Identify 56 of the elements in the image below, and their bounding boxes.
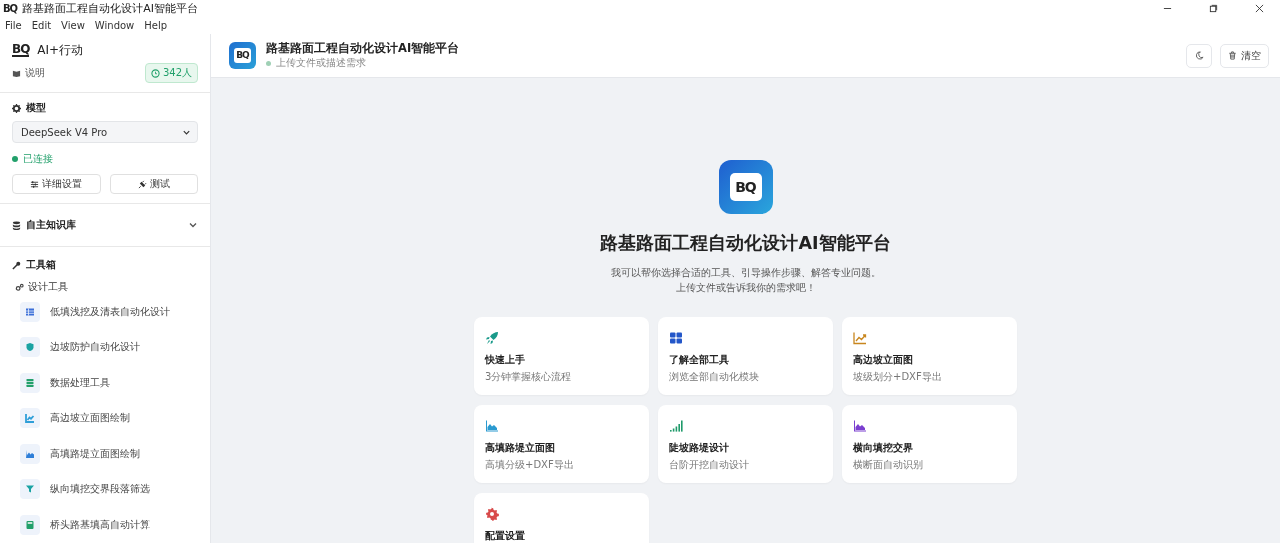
brand-logo: BQ (12, 44, 30, 57)
sidebar-button[interactable]: 测试 (109, 174, 198, 194)
gear-icon (12, 103, 21, 113)
brand-name: AI+行动 (37, 42, 84, 59)
moon-icon (1194, 51, 1204, 60)
chevron-icon[interactable] (188, 220, 198, 230)
clear-button[interactable]: 清空 (1220, 43, 1269, 68)
status-text: 上传文件或描述需求 (276, 56, 366, 70)
status-dot (266, 60, 271, 66)
feature-card[interactable]: 了解全部工具 浏览全部自动化模块 (658, 317, 833, 395)
feature-card[interactable]: 横向填挖交界 横断面自动识别 (842, 405, 1017, 483)
tool-item[interactable]: 高边坡立面图绘制 (12, 400, 198, 436)
model-heading: 模型 (26, 101, 46, 115)
feature-card[interactable]: 高填路堤立面图 高填分级+DXF导出 (474, 405, 649, 483)
feature-card[interactable]: 快速上手 3分钟掌握核心流程 (474, 317, 649, 395)
menu-item[interactable]: View (61, 20, 85, 31)
menu-item[interactable]: Help (144, 20, 168, 31)
hero-subtitle: 我可以帮你选择合适的工具、引导操作步骤、解答专业问题。 (610, 266, 881, 280)
tool-item[interactable]: 纵向填挖交界段落筛选 (12, 471, 198, 507)
trash-icon (1228, 51, 1237, 60)
tool-item[interactable]: 高填路堤立面图绘制 (12, 436, 198, 472)
tool-group-label: 设计工具 (28, 280, 68, 294)
tool-item[interactable]: 边坡防护自动化设计 (12, 329, 198, 365)
tool-item[interactable]: 数据处理工具 (12, 365, 198, 401)
gears-icon (15, 282, 24, 292)
restore-icon[interactable] (1209, 4, 1218, 13)
page-title: 路基路面工程自动化设计AI智能平台 (266, 41, 460, 56)
window-title: 路基路面工程自动化设计AI智能平台 (22, 1, 198, 16)
knowledge-heading: 自主知识库 (26, 218, 76, 232)
app-logo: BQ (229, 42, 256, 69)
plug-icon (137, 179, 147, 189)
wrench-icon (12, 260, 21, 270)
model-select[interactable]: DeepSeek V4 Pro (12, 121, 198, 143)
feature-card[interactable]: 配置设置 (474, 493, 649, 543)
hero-subtitle: 上传文件或告诉我你的需求吧！ (675, 281, 816, 295)
app-logo: BQ (718, 160, 773, 214)
connection-status: 已连接 (23, 152, 53, 166)
tool-item[interactable]: 低填浅挖及清表自动化设计 (12, 294, 198, 330)
hero-title: 路基路面工程自动化设计AI智能平台 (600, 232, 891, 255)
tool-item[interactable]: 桥头路基填高自动计算 (12, 507, 198, 543)
book-icon (12, 68, 21, 78)
menu-item[interactable]: Edit (31, 20, 52, 31)
online-count: 342人 (144, 63, 198, 83)
theme-button[interactable] (1186, 43, 1212, 68)
app-logo: BQ (3, 3, 18, 14)
toolbox-heading: 工具箱 (26, 258, 56, 272)
database-icon (12, 220, 21, 230)
close-icon[interactable] (1255, 4, 1264, 13)
clock-icon (150, 68, 160, 78)
docs-link[interactable]: 说明 (12, 66, 45, 80)
sidebar-button[interactable]: 详细设置 (12, 174, 101, 194)
menu-item[interactable]: Window (94, 20, 135, 31)
feature-card[interactable]: 陡坡路堤设计 台阶开挖自动设计 (658, 405, 833, 483)
sliders-icon (30, 179, 40, 189)
feature-card[interactable]: 高边坡立面图 坡级划分+DXF导出 (842, 317, 1017, 395)
menu-item[interactable]: File (5, 20, 22, 31)
